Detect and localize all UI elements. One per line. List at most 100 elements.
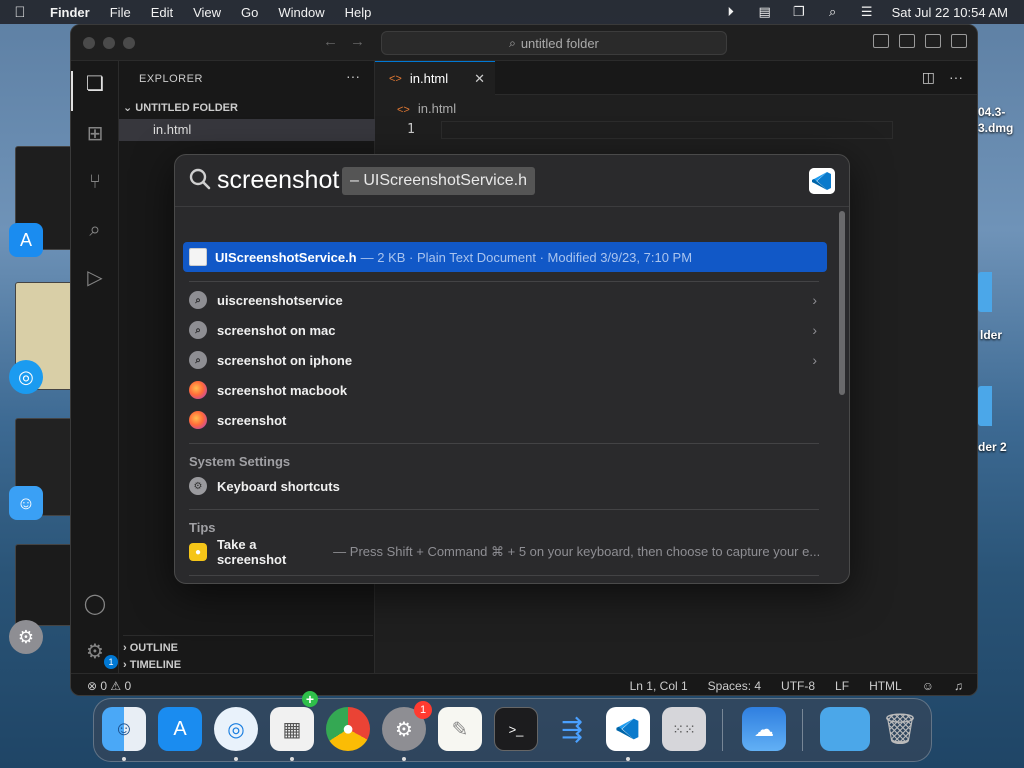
apple-menu-icon[interactable]:  xyxy=(0,4,40,21)
tip-detail: — Press Shift + Command ⌘ + 5 on your ke… xyxy=(333,544,819,559)
close-window-button[interactable] xyxy=(83,36,95,49)
folder-icon[interactable] xyxy=(820,707,870,751)
spotlight-search-input[interactable]: screenshot xyxy=(217,166,339,195)
language-mode[interactable]: HTML xyxy=(869,679,902,693)
search-suggestion-icon: ⌕ xyxy=(189,351,207,369)
folder-icon[interactable] xyxy=(978,272,992,312)
suggestion-row[interactable]: ⌕ screenshot on mac › xyxy=(189,318,819,342)
suggestion-label: screenshot on mac xyxy=(217,322,336,338)
menu-view[interactable]: View xyxy=(183,5,231,20)
vscode-app-icon[interactable] xyxy=(606,707,650,751)
folder-icon[interactable] xyxy=(978,386,992,426)
terminal-icon[interactable]: >_ xyxy=(494,707,538,751)
close-tab-icon[interactable]: ✕ xyxy=(474,71,485,87)
desktop-folder-label[interactable]: lder xyxy=(980,328,1002,342)
stage-thumbnail[interactable] xyxy=(15,544,73,626)
feedback-icon[interactable]: ☺ xyxy=(922,679,934,693)
indentation-status[interactable]: Spaces: 4 xyxy=(708,679,761,693)
active-indicator xyxy=(71,71,73,111)
notifications-bell-icon[interactable]: ♫ xyxy=(954,679,963,693)
top-hit-result[interactable]: UIScreenshotService.h — 2 KB · Plain Tex… xyxy=(183,242,827,272)
menu-app-name[interactable]: Finder xyxy=(40,5,100,20)
toggle-secondary-sidebar-icon[interactable] xyxy=(925,34,941,48)
menu-help[interactable]: Help xyxy=(335,5,382,20)
divider xyxy=(189,281,819,282)
eol-status[interactable]: LF xyxy=(835,679,849,693)
finder-icon[interactable]: ☺ xyxy=(9,486,43,520)
menu-clock[interactable]: Sat Jul 22 10:54 AM xyxy=(884,5,1008,20)
run-debug-icon[interactable]: ▷ xyxy=(82,265,108,291)
chrome-icon[interactable]: ● xyxy=(326,707,370,751)
chevron-right-icon: › xyxy=(812,352,817,368)
toggle-panel-icon[interactable] xyxy=(899,34,915,48)
weather-icon[interactable]: ☁ xyxy=(742,707,786,751)
command-center[interactable]: ⌕ untitled folder xyxy=(381,31,727,55)
preview-icon[interactable]: ▦ xyxy=(270,707,314,751)
cursor-position[interactable]: Ln 1, Col 1 xyxy=(630,679,688,693)
menu-window[interactable]: Window xyxy=(268,5,334,20)
desktop-folder-label[interactable]: der 2 xyxy=(978,440,1007,454)
system-settings-icon[interactable]: ⚙ 1 xyxy=(382,701,432,751)
system-settings-icon[interactable]: ⚙ xyxy=(9,620,43,654)
customize-layout-icon[interactable] xyxy=(951,34,967,48)
control-center-icon[interactable]: ☰ xyxy=(850,4,884,20)
title-bar: ←→ ⌕ untitled folder xyxy=(71,25,977,61)
desktop-file-label[interactable]: 04.3- xyxy=(978,105,1005,119)
top-hit-name: UIScreenshotService.h xyxy=(215,249,357,265)
tip-result-row[interactable]: ● Take a screenshot — Press Shift + Comm… xyxy=(189,537,819,567)
account-icon[interactable]: ◯ xyxy=(82,591,108,617)
suggestion-row[interactable]: ⌕ uiscreenshotservice › xyxy=(189,288,819,312)
safari-icon[interactable]: ◎ xyxy=(214,707,258,751)
split-editor-icon[interactable]: ◫ xyxy=(922,69,935,86)
minimize-window-button[interactable] xyxy=(103,36,115,49)
encoding-status[interactable]: UTF-8 xyxy=(781,679,815,693)
toggle-primary-sidebar-icon[interactable] xyxy=(873,34,889,48)
stage-manager-icon[interactable]: ▤ xyxy=(748,4,782,20)
instruments-icon[interactable]: ⇶ xyxy=(550,707,594,751)
more-actions-icon[interactable]: ··· xyxy=(346,68,360,84)
textedit-icon[interactable]: ✎ xyxy=(438,707,482,751)
suggestion-row[interactable]: screenshot macbook xyxy=(189,378,819,402)
file-tree-item[interactable]: in.html xyxy=(119,119,375,141)
menu-edit[interactable]: Edit xyxy=(141,5,183,20)
dock: ☺ A ◎ ▦ ● ⚙ 1 ✎ >_ ⇶ ⁙⁙ ☁ 🗑 xyxy=(93,698,932,762)
chevron-right-icon: › xyxy=(123,642,130,654)
timeline-section[interactable]: › TIMELINE xyxy=(123,659,373,671)
running-indicator xyxy=(626,757,630,761)
app-store-icon[interactable]: A xyxy=(158,707,202,751)
more-actions-icon[interactable]: ··· xyxy=(949,69,963,86)
launchpad-icon[interactable]: ⁙⁙ xyxy=(662,707,706,751)
trash-icon[interactable]: 🗑 xyxy=(878,707,922,751)
zoom-window-button[interactable] xyxy=(123,36,135,49)
suggestion-row[interactable]: screenshot xyxy=(189,408,819,432)
extensions-icon[interactable]: ⊞ xyxy=(82,121,108,147)
settings-result-row[interactable]: ⚙ Keyboard shortcuts xyxy=(189,474,819,498)
safari-icon[interactable]: ◎ xyxy=(9,360,43,394)
code-editor-line[interactable] xyxy=(441,121,893,139)
tab-bar: <> in.html ✕ ◫ ··· xyxy=(375,61,977,95)
app-store-icon[interactable]: A xyxy=(9,223,43,257)
manage-gear-icon[interactable]: ⚙ 1 xyxy=(82,639,118,669)
divider xyxy=(189,509,819,510)
nav-arrows[interactable]: ←→ xyxy=(323,33,377,50)
search-icon[interactable]: ⌕ xyxy=(816,4,850,20)
desktop-file-label[interactable]: 3.dmg xyxy=(978,121,1013,135)
running-indicator xyxy=(122,757,126,761)
menu-file[interactable]: File xyxy=(100,5,141,20)
search-icon[interactable]: ⌕ xyxy=(82,217,108,243)
finder-icon[interactable]: ☺ xyxy=(102,707,146,751)
explorer-icon[interactable]: ❏ xyxy=(82,71,108,97)
screen-mirroring-icon[interactable]: ❐ xyxy=(782,4,816,20)
scrollbar[interactable] xyxy=(839,211,845,395)
suggestion-row[interactable]: ⌕ screenshot on iphone › xyxy=(189,348,819,372)
folder-header[interactable]: ⌄ UNTITLED FOLDER xyxy=(123,101,238,114)
play-circle-icon[interactable]: ⏵ xyxy=(714,4,748,20)
search-icon xyxy=(189,168,211,190)
editor-tab[interactable]: <> in.html ✕ xyxy=(375,61,495,95)
outline-section[interactable]: › OUTLINE xyxy=(123,635,373,654)
problems-status[interactable]: ⊗ 0 ⚠ 0 xyxy=(71,679,131,693)
menu-go[interactable]: Go xyxy=(231,5,268,20)
layout-controls xyxy=(873,34,967,48)
source-control-icon[interactable]: ⑂ xyxy=(82,169,108,195)
breadcrumb[interactable]: <> in.html xyxy=(397,101,456,116)
